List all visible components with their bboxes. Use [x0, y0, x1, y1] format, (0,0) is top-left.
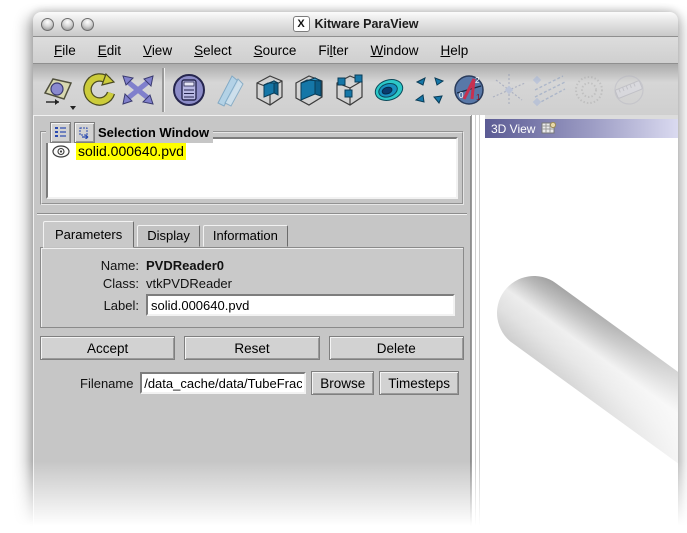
view3d-title: 3D View: [491, 122, 535, 136]
filename-label: Filename: [80, 376, 140, 391]
label-label: Label:: [45, 298, 139, 313]
ruler-button: [609, 69, 649, 111]
close-button[interactable]: [41, 18, 54, 31]
name-value: PVDReader0: [146, 258, 224, 273]
menu-window[interactable]: Window: [359, 43, 429, 58]
extract-button[interactable]: [289, 69, 329, 111]
axes-button: [489, 69, 529, 111]
reset-view-button[interactable]: [38, 69, 78, 111]
probe-icon: 2 0 1: [451, 72, 487, 108]
cut-plane-icon: [211, 72, 247, 108]
accept-button[interactable]: Accept: [40, 336, 175, 360]
pan-button[interactable]: [118, 69, 158, 111]
main-area: Selection Window solid.000640.pvd: [33, 115, 678, 533]
properties-panel: Selection Window solid.000640.pvd: [33, 115, 471, 533]
browse-button[interactable]: Browse: [311, 371, 374, 395]
clip-icon: [251, 72, 287, 108]
delete-button[interactable]: Delete: [329, 336, 464, 360]
svg-text:1: 1: [476, 93, 481, 102]
window-title: Kitware ParaView: [315, 17, 419, 31]
calculator-button[interactable]: [169, 69, 209, 111]
view3d-pane: 3D View: [485, 115, 678, 533]
view3d-canvas[interactable]: [485, 138, 678, 533]
zoom-button[interactable]: [81, 18, 94, 31]
label-input[interactable]: [146, 294, 455, 316]
traffic-lights: [41, 18, 94, 31]
tab-display[interactable]: Display: [137, 225, 200, 247]
selection-window-title: Selection Window: [98, 125, 209, 140]
window-title-group: X Kitware ParaView: [33, 12, 678, 36]
minimize-button[interactable]: [61, 18, 74, 31]
menu-help[interactable]: Help: [429, 43, 479, 58]
threshold-button[interactable]: [329, 69, 369, 111]
threshold-icon: [331, 72, 367, 108]
volume-render-icon: [571, 72, 607, 108]
menu-source[interactable]: Source: [243, 43, 308, 58]
menu-filter[interactable]: Filter: [307, 43, 359, 58]
parameters-frame: Name: PVDReader0 Class: vtkPVDReader Lab…: [40, 247, 464, 328]
clip-button[interactable]: [249, 69, 289, 111]
source-item-label[interactable]: solid.000640.pvd: [76, 142, 186, 160]
svg-text:0: 0: [459, 91, 464, 100]
tab-information[interactable]: Information: [203, 225, 288, 247]
class-value: vtkPVDReader: [146, 276, 232, 291]
pan-icon: [120, 72, 156, 108]
horizontal-separator: [37, 213, 467, 215]
menu-edit[interactable]: Edit: [87, 43, 132, 58]
svg-text:2: 2: [475, 76, 480, 85]
stream-tracer-icon: [531, 72, 567, 108]
timesteps-button[interactable]: Timesteps: [379, 371, 459, 395]
contour-icon: [371, 72, 407, 108]
toolbar-separator: [162, 68, 165, 112]
dropdown-arrow-icon: [70, 106, 76, 110]
pipeline-list[interactable]: solid.000640.pvd: [46, 137, 458, 199]
name-label: Name:: [45, 258, 139, 273]
contour-button[interactable]: [369, 69, 409, 111]
selection-window-group: Selection Window solid.000640.pvd: [40, 131, 464, 205]
glyph-icon: [411, 72, 447, 108]
cylinder-render: [485, 138, 678, 533]
probe-button[interactable]: 2 0 1: [449, 69, 489, 111]
visibility-eye-icon[interactable]: [52, 145, 70, 158]
source-list-button[interactable]: [50, 122, 71, 143]
rotate-icon: [80, 72, 116, 108]
panel-splitter[interactable]: [471, 115, 485, 533]
cut-plane-button[interactable]: [209, 69, 249, 111]
stream-tracer-button: [529, 69, 569, 111]
view3d-header: 3D View: [485, 119, 678, 138]
select-tool-button[interactable]: [74, 122, 95, 143]
menu-select[interactable]: Select: [183, 43, 243, 58]
menu-bar: File Edit View Select Source Filter Wind…: [33, 37, 678, 64]
reset-view-icon: [40, 72, 76, 108]
volume-render-button: [569, 69, 609, 111]
action-buttons: Accept Reset Delete: [40, 336, 464, 360]
calculator-icon: [171, 72, 207, 108]
tab-bar: Parameters Display Information: [39, 221, 465, 247]
class-label: Class:: [45, 276, 139, 291]
source-list-icon: [54, 126, 67, 139]
tab-parameters[interactable]: Parameters: [43, 221, 134, 248]
view-properties-icon[interactable]: [541, 122, 557, 135]
x11-icon: X: [293, 16, 310, 32]
rotate-button[interactable]: [78, 69, 118, 111]
label-row: Label:: [45, 294, 459, 316]
axes-icon: [491, 72, 527, 108]
toolbar: 2 0 1: [33, 64, 678, 117]
app-window: X Kitware ParaView File Edit View Select…: [33, 12, 678, 533]
extract-icon: [291, 72, 327, 108]
filename-input[interactable]: [140, 372, 306, 394]
glyph-button[interactable]: [409, 69, 449, 111]
title-bar[interactable]: X Kitware ParaView: [33, 12, 678, 37]
name-row: Name: PVDReader0: [45, 258, 459, 273]
menu-file[interactable]: File: [43, 43, 87, 58]
ruler-icon: [611, 72, 647, 108]
select-tool-icon: [78, 126, 91, 139]
class-row: Class: vtkPVDReader: [45, 276, 459, 291]
filename-row: Filename Browse Timesteps: [40, 371, 464, 395]
menu-view[interactable]: View: [132, 43, 183, 58]
selection-window-header: Selection Window: [46, 122, 213, 143]
list-item[interactable]: solid.000640.pvd: [52, 142, 452, 160]
reset-button[interactable]: Reset: [184, 336, 319, 360]
